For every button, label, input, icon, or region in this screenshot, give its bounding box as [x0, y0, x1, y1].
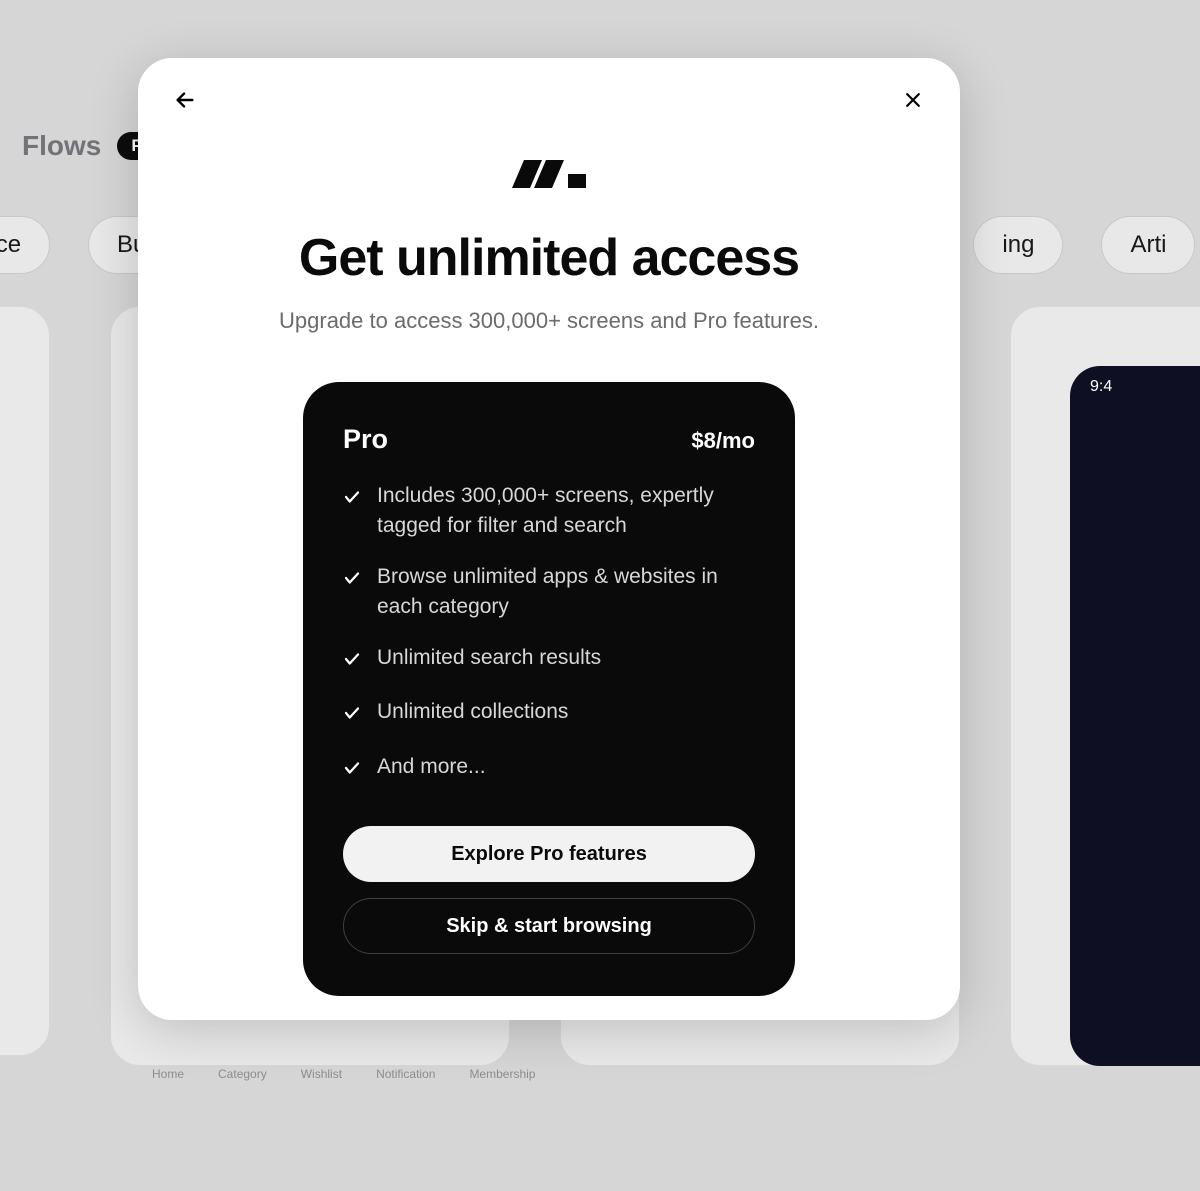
nav-item-membership[interactable]: Membership [469, 1067, 535, 1081]
feature-text: Browse unlimited apps & websites in each… [377, 562, 755, 623]
upgrade-modal: Get unlimited access Upgrade to access 3… [138, 58, 960, 1020]
feature-text: Includes 300,000+ screens, expertly tagg… [377, 481, 755, 542]
feature-item: Browse unlimited apps & websites in each… [343, 562, 755, 623]
feature-item: And more... [343, 752, 755, 786]
nav-item-category[interactable]: Category [218, 1067, 267, 1081]
back-button[interactable] [166, 82, 204, 120]
nav-item-home[interactable]: Home [152, 1067, 184, 1081]
check-icon [343, 566, 361, 596]
modal-topbar [138, 58, 960, 120]
nav-item-wishlist[interactable]: Wishlist [301, 1067, 342, 1081]
feature-item: Unlimited search results [343, 643, 755, 677]
plan-name: Pro [343, 424, 388, 455]
explore-pro-button[interactable]: Explore Pro features [343, 826, 755, 882]
close-button[interactable] [894, 82, 932, 120]
plan-card: Pro $8/mo Includes 300,000+ screens, exp… [303, 382, 795, 996]
peek-bottom-nav: Home Category Wishlist Notification Memb… [152, 1067, 535, 1081]
modal-overlay: Get unlimited access Upgrade to access 3… [0, 0, 1200, 1191]
feature-item: Includes 300,000+ screens, expertly tagg… [343, 481, 755, 542]
plan-price: $8/mo [691, 428, 755, 454]
nav-item-notification[interactable]: Notification [376, 1067, 435, 1081]
feature-item: Unlimited collections [343, 697, 755, 731]
plan-buttons: Explore Pro features Skip & start browsi… [343, 826, 755, 954]
check-icon [343, 756, 361, 786]
check-icon [343, 701, 361, 731]
feature-text: Unlimited search results [377, 643, 601, 673]
modal-body: Get unlimited access Upgrade to access 3… [138, 120, 960, 996]
check-icon [343, 647, 361, 677]
skip-button[interactable]: Skip & start browsing [343, 898, 755, 954]
modal-subtitle: Upgrade to access 300,000+ screens and P… [279, 308, 819, 334]
check-icon [343, 485, 361, 515]
modal-title: Get unlimited access [299, 228, 799, 288]
feature-text: Unlimited collections [377, 697, 568, 727]
plan-header: Pro $8/mo [343, 424, 755, 455]
feature-list: Includes 300,000+ screens, expertly tagg… [343, 481, 755, 786]
close-icon [903, 90, 923, 113]
brand-logo-icon [512, 150, 586, 188]
feature-text: And more... [377, 752, 486, 782]
arrow-left-icon [174, 89, 196, 114]
